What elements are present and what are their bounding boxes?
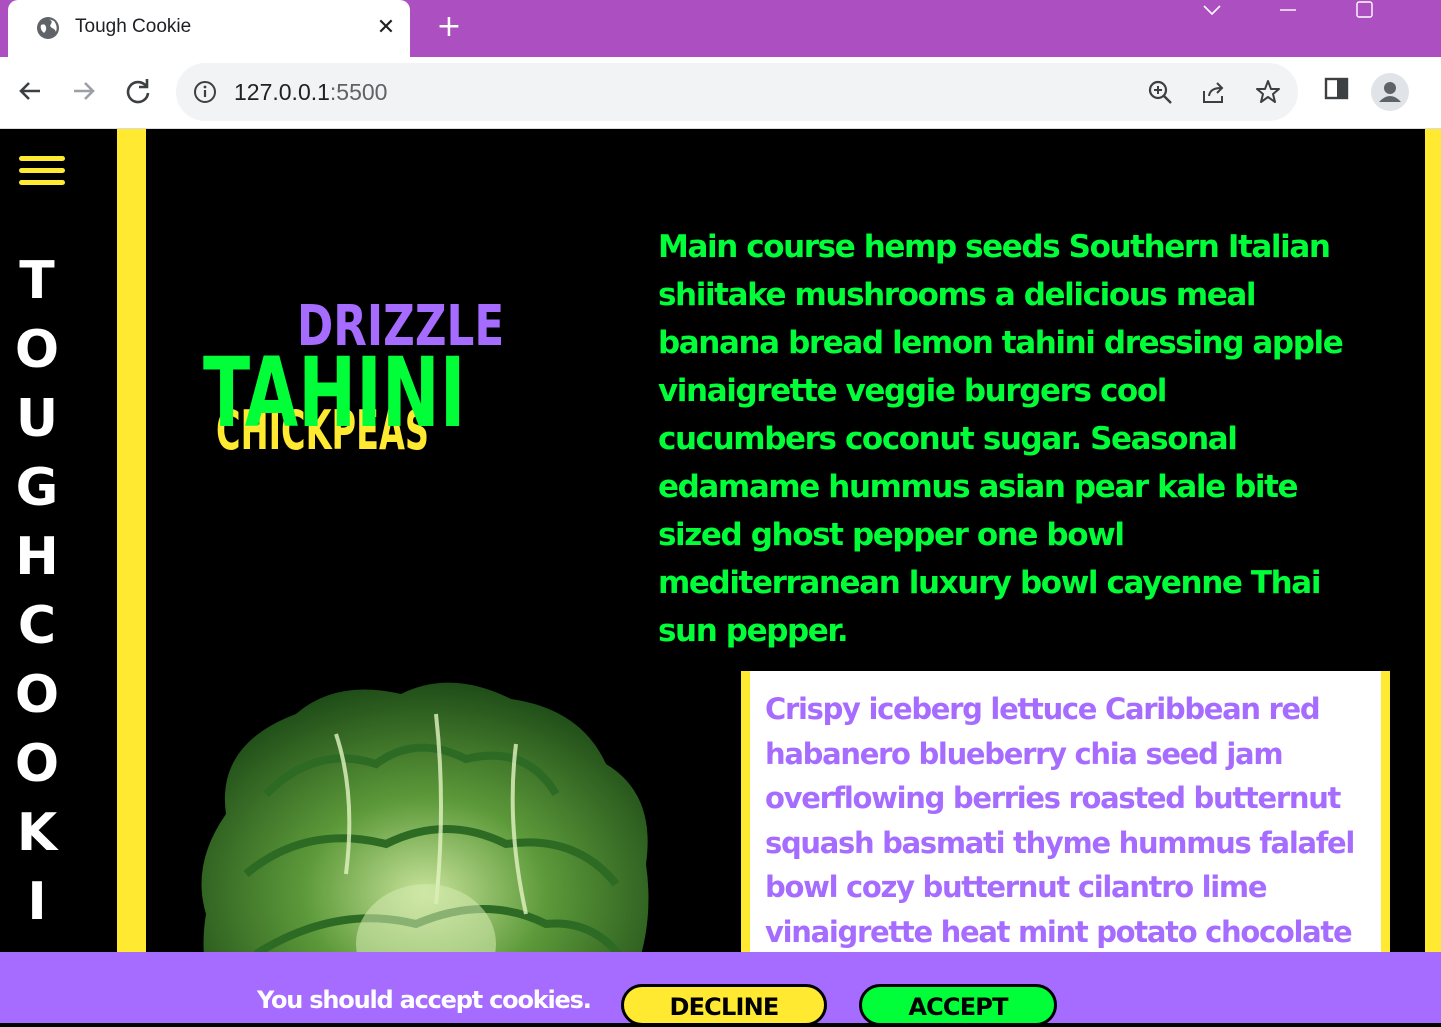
maximize-icon[interactable] — [1350, 0, 1380, 22]
browser-tab[interactable]: Tough Cookie ✕ — [8, 0, 410, 57]
title-letter: I — [27, 872, 47, 932]
tab-title: Tough Cookie — [75, 16, 192, 37]
page-content: T O U G H C O O K I DRIZZLE CHICKPEAS TA… — [0, 129, 1441, 1023]
title-letter: C — [17, 596, 57, 656]
yellow-border-strip — [117, 129, 146, 1023]
site-info-icon[interactable] — [193, 80, 217, 104]
accept-button[interactable]: ACCEPT — [859, 984, 1057, 1026]
sidebar: T O U G H C O O K I — [0, 129, 117, 1023]
globe-icon — [37, 17, 59, 39]
yellow-border-strip-right — [1425, 129, 1441, 1023]
title-letter: U — [15, 389, 59, 449]
hamburger-menu-icon[interactable] — [19, 156, 65, 188]
tab-close-icon[interactable]: ✕ — [374, 14, 398, 42]
person-icon — [1379, 82, 1401, 102]
new-tab-button[interactable]: + — [433, 11, 465, 43]
title-letter: H — [15, 527, 59, 587]
headline-word-tahini: TAHINI — [203, 337, 466, 449]
browser-toolbar: 127.0.0.1:5500 — [0, 57, 1441, 129]
back-arrow-icon[interactable] — [13, 74, 47, 108]
title-letter: G — [15, 458, 59, 518]
url-port: :5500 — [329, 79, 388, 105]
reload-icon[interactable] — [121, 74, 155, 108]
url-host: 127.0.0.1 — [234, 79, 330, 105]
zoom-icon[interactable] — [1147, 79, 1173, 105]
headline-word-stack: DRIZZLE CHICKPEAS TAHINI — [200, 289, 530, 469]
browser-tab-strip: Tough Cookie ✕ + — [0, 0, 1441, 57]
title-letter: K — [16, 803, 58, 863]
side-panel-icon[interactable] — [1322, 74, 1352, 104]
tab-search-chevron-icon[interactable] — [1197, 0, 1227, 22]
cookie-banner: You should accept cookies. DECLINE ACCEP… — [0, 952, 1441, 1026]
bookmark-star-icon[interactable] — [1255, 79, 1281, 105]
url-text[interactable]: 127.0.0.1:5500 — [234, 79, 387, 106]
decline-button[interactable]: DECLINE — [621, 984, 827, 1026]
title-letter: O — [14, 320, 60, 380]
intro-paragraph: Main course hemp seeds Southern Italian … — [658, 229, 1344, 649]
profile-avatar[interactable] — [1371, 73, 1409, 111]
share-icon[interactable] — [1201, 79, 1227, 105]
title-letter: O — [14, 734, 60, 794]
forward-arrow-icon[interactable] — [67, 74, 101, 108]
minimize-icon[interactable] — [1273, 0, 1303, 22]
address-bar[interactable]: 127.0.0.1:5500 — [176, 63, 1298, 121]
title-letter: O — [14, 665, 60, 725]
card-paragraph: Crispy iceberg lettuce Caribbean red hab… — [765, 692, 1355, 949]
title-letter: T — [19, 251, 55, 311]
vertical-site-title: T O U G H C O O K I — [0, 247, 74, 937]
cookie-message: You should accept cookies. — [257, 986, 592, 1014]
